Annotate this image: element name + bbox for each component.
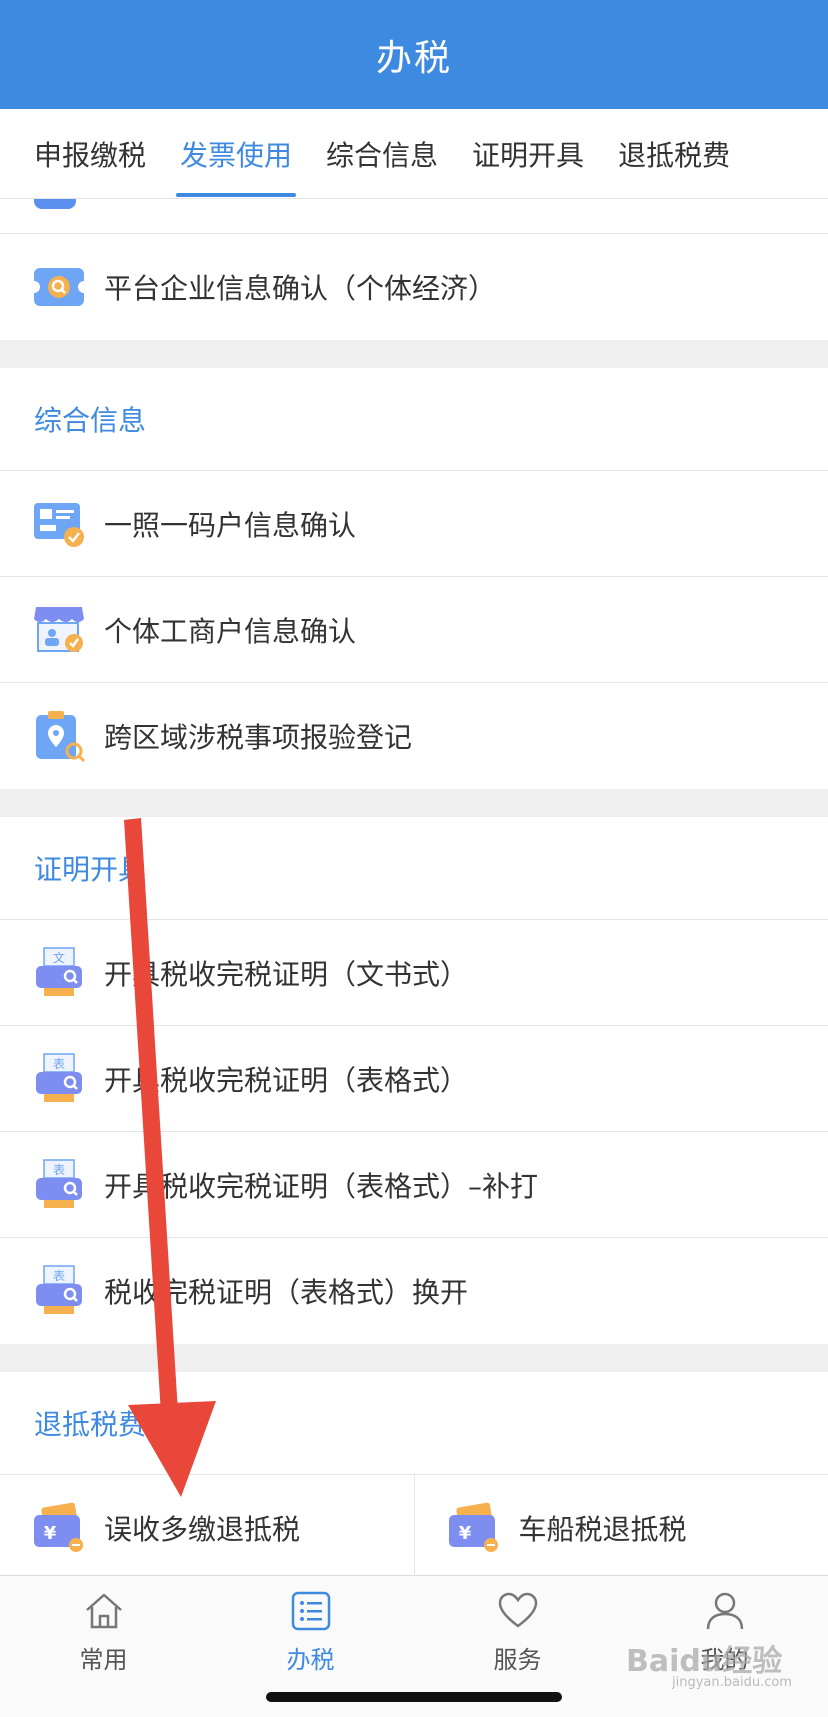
list-item-certificate-table[interactable]: 表 开具税收完税证明（表格式） (0, 1026, 828, 1132)
list-item-label: 开具税收完税证明（文书式） (104, 957, 469, 991)
list-icon (290, 1590, 332, 1636)
list-item-label: 开具税收完税证明（表格式） (104, 1063, 469, 1097)
printer-table-icon: 表 (32, 1052, 86, 1106)
tabbar-label: 服务 (493, 1646, 542, 1674)
section-title-refund: 退抵税费 (0, 1372, 828, 1475)
home-icon (83, 1590, 125, 1636)
category-tabs: 申报缴税 发票使用 综合信息 证明开具 退抵税费 (0, 109, 828, 199)
partial-icon (34, 199, 76, 209)
list-item-label: 误收多缴退抵税 (104, 1513, 301, 1546)
location-search-icon (32, 709, 86, 763)
list-item-license-confirm[interactable]: 一照一码户信息确认 (0, 471, 828, 577)
refund-card-icon: ¥ (447, 1501, 501, 1555)
list-item-business-confirm[interactable]: 个体工商户信息确认 (0, 577, 828, 683)
header-bar: 办税 (0, 0, 828, 109)
general-info-group: 综合信息 一照一码户信息确认 个体工商户信息确认 跨区域涉税事项报验登记 (0, 368, 828, 789)
section-title-general-info: 综合信息 (0, 368, 828, 471)
user-icon (704, 1590, 746, 1636)
svg-text:¥: ¥ (458, 1523, 471, 1544)
shop-check-icon (32, 603, 86, 657)
certificate-group: 证明开具 文 开具税收完税证明（文书式） 表 开具税收完税证明（表格式） 表 开… (0, 817, 828, 1344)
svg-text:¥: ¥ (44, 1523, 57, 1544)
list-item-label: 平台企业信息确认（个体经济） (104, 272, 497, 305)
tab-invoice[interactable]: 发票使用 (176, 109, 297, 199)
list-item-label: 车船税退抵税 (518, 1513, 687, 1546)
tab-general-info[interactable]: 综合信息 (326, 109, 438, 199)
home-indicator (266, 1692, 562, 1702)
refund-card-icon: ¥ (32, 1501, 86, 1555)
section-title-certificate: 证明开具 (0, 817, 828, 920)
list-item-label: 税收完税证明（表格式）换开 (104, 1276, 469, 1309)
tab-refund[interactable]: 退抵税费 (618, 109, 730, 199)
license-check-icon (32, 497, 86, 551)
heart-icon (497, 1590, 539, 1636)
service-list: 平台企业信息确认（个体经济） 综合信息 一照一码户信息确认 个体工商户信息确认 … (0, 199, 828, 1575)
list-item-vehicle-tax-refund[interactable]: ¥ 车船税退抵税 (415, 1475, 828, 1575)
partial-list-item[interactable] (0, 199, 828, 234)
watermark-logo: Baidu经验 (626, 1644, 783, 1679)
list-item-label: 一照一码户信息确认 (104, 508, 357, 542)
list-item-overpaid-refund[interactable]: ¥ 误收多缴退抵税 (0, 1475, 415, 1575)
printer-tag: 文 (53, 950, 65, 965)
tabbar-label: 办税 (286, 1646, 335, 1674)
page-title: 办税 (375, 37, 452, 79)
list-item-certificate-exchange[interactable]: 表 税收完税证明（表格式）换开 (0, 1238, 828, 1344)
printer-doc-icon: 文 (32, 946, 86, 1000)
tab-certificate[interactable]: 证明开具 (472, 109, 584, 199)
printer-tag: 表 (53, 1269, 65, 1283)
printer-table-icon: 表 (32, 1158, 86, 1212)
tab-declare-pay[interactable]: 申报缴税 (34, 109, 146, 199)
list-item-label: 个体工商户信息确认 (104, 614, 357, 648)
refund-row: ¥ 误收多缴退抵税 ¥ 车船税退抵税 (0, 1475, 828, 1575)
list-item-certificate-reprint[interactable]: 表 开具税收完税证明（表格式）–补打 (0, 1132, 828, 1238)
invoice-group: 平台企业信息确认（个体经济） (0, 234, 828, 340)
list-item-certificate-document[interactable]: 文 开具税收完税证明（文书式） (0, 920, 828, 1026)
printer-tag: 表 (53, 1057, 65, 1071)
list-item-cross-region[interactable]: 跨区域涉税事项报验登记 (0, 683, 828, 789)
ticket-search-icon (28, 260, 90, 314)
tabbar-home[interactable]: 常用 (0, 1576, 207, 1717)
watermark-url: jingyan.baidu.com (672, 1675, 792, 1690)
list-item-platform-confirm[interactable]: 平台企业信息确认（个体经济） (0, 234, 828, 340)
printer-table-icon: 表 (32, 1264, 86, 1318)
refund-group: 退抵税费 ¥ 误收多缴退抵税 ¥ 车船税退抵税 (0, 1372, 828, 1575)
tabbar-label: 常用 (79, 1646, 128, 1674)
list-item-label: 跨区域涉税事项报验登记 (104, 721, 413, 754)
printer-tag: 表 (53, 1163, 65, 1177)
list-item-label: 开具税收完税证明（表格式）–补打 (104, 1169, 539, 1203)
